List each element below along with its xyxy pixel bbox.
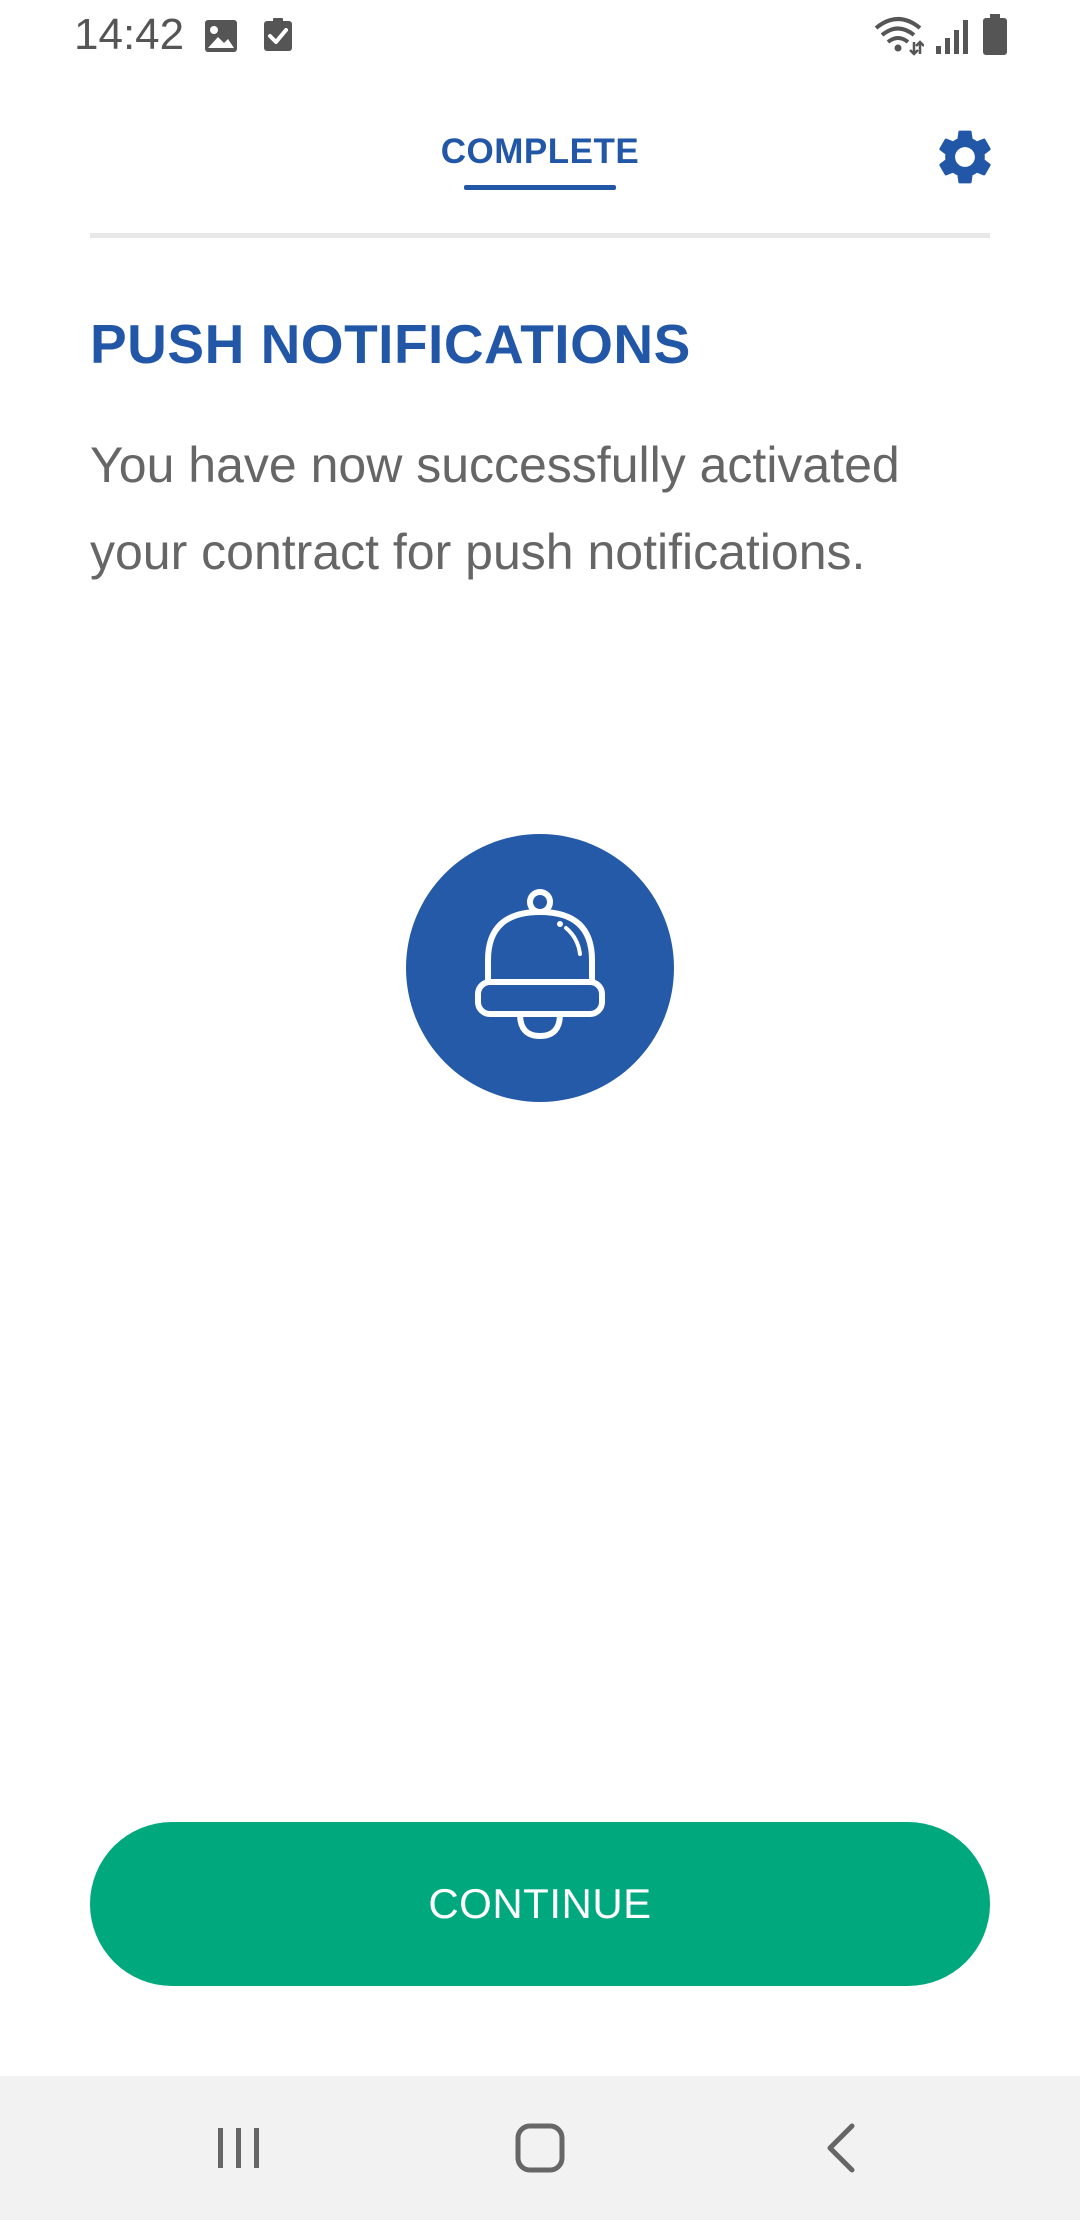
continue-button[interactable]: CONTINUE xyxy=(90,1822,990,1986)
status-bar: 14:42 xyxy=(0,0,1080,72)
navigation-bar xyxy=(0,2076,1080,2220)
back-icon[interactable] xyxy=(810,2116,874,2180)
battery-icon xyxy=(983,14,1007,55)
page-title: PUSH NOTIFICATIONS xyxy=(90,313,691,375)
screen: 14:42 COMPLETE PUSH NOTIFICATIONS You ha… xyxy=(0,0,1080,2220)
tab-complete[interactable]: COMPLETE xyxy=(0,132,1080,172)
checkbox-icon xyxy=(264,18,292,51)
gallery-icon xyxy=(205,20,237,52)
home-icon[interactable] xyxy=(508,2116,572,2180)
top-app-bar: COMPLETE xyxy=(0,110,1080,240)
recents-icon[interactable] xyxy=(206,2116,270,2180)
gear-icon[interactable] xyxy=(932,124,998,190)
signal-icon xyxy=(936,20,968,54)
tab-indicator xyxy=(464,185,616,190)
wifi-icon xyxy=(874,17,924,56)
bell-icon xyxy=(475,889,605,1040)
page-description: You have now successfully activated your… xyxy=(90,437,900,580)
header-divider xyxy=(90,233,990,238)
status-time: 14:42 xyxy=(74,10,185,59)
